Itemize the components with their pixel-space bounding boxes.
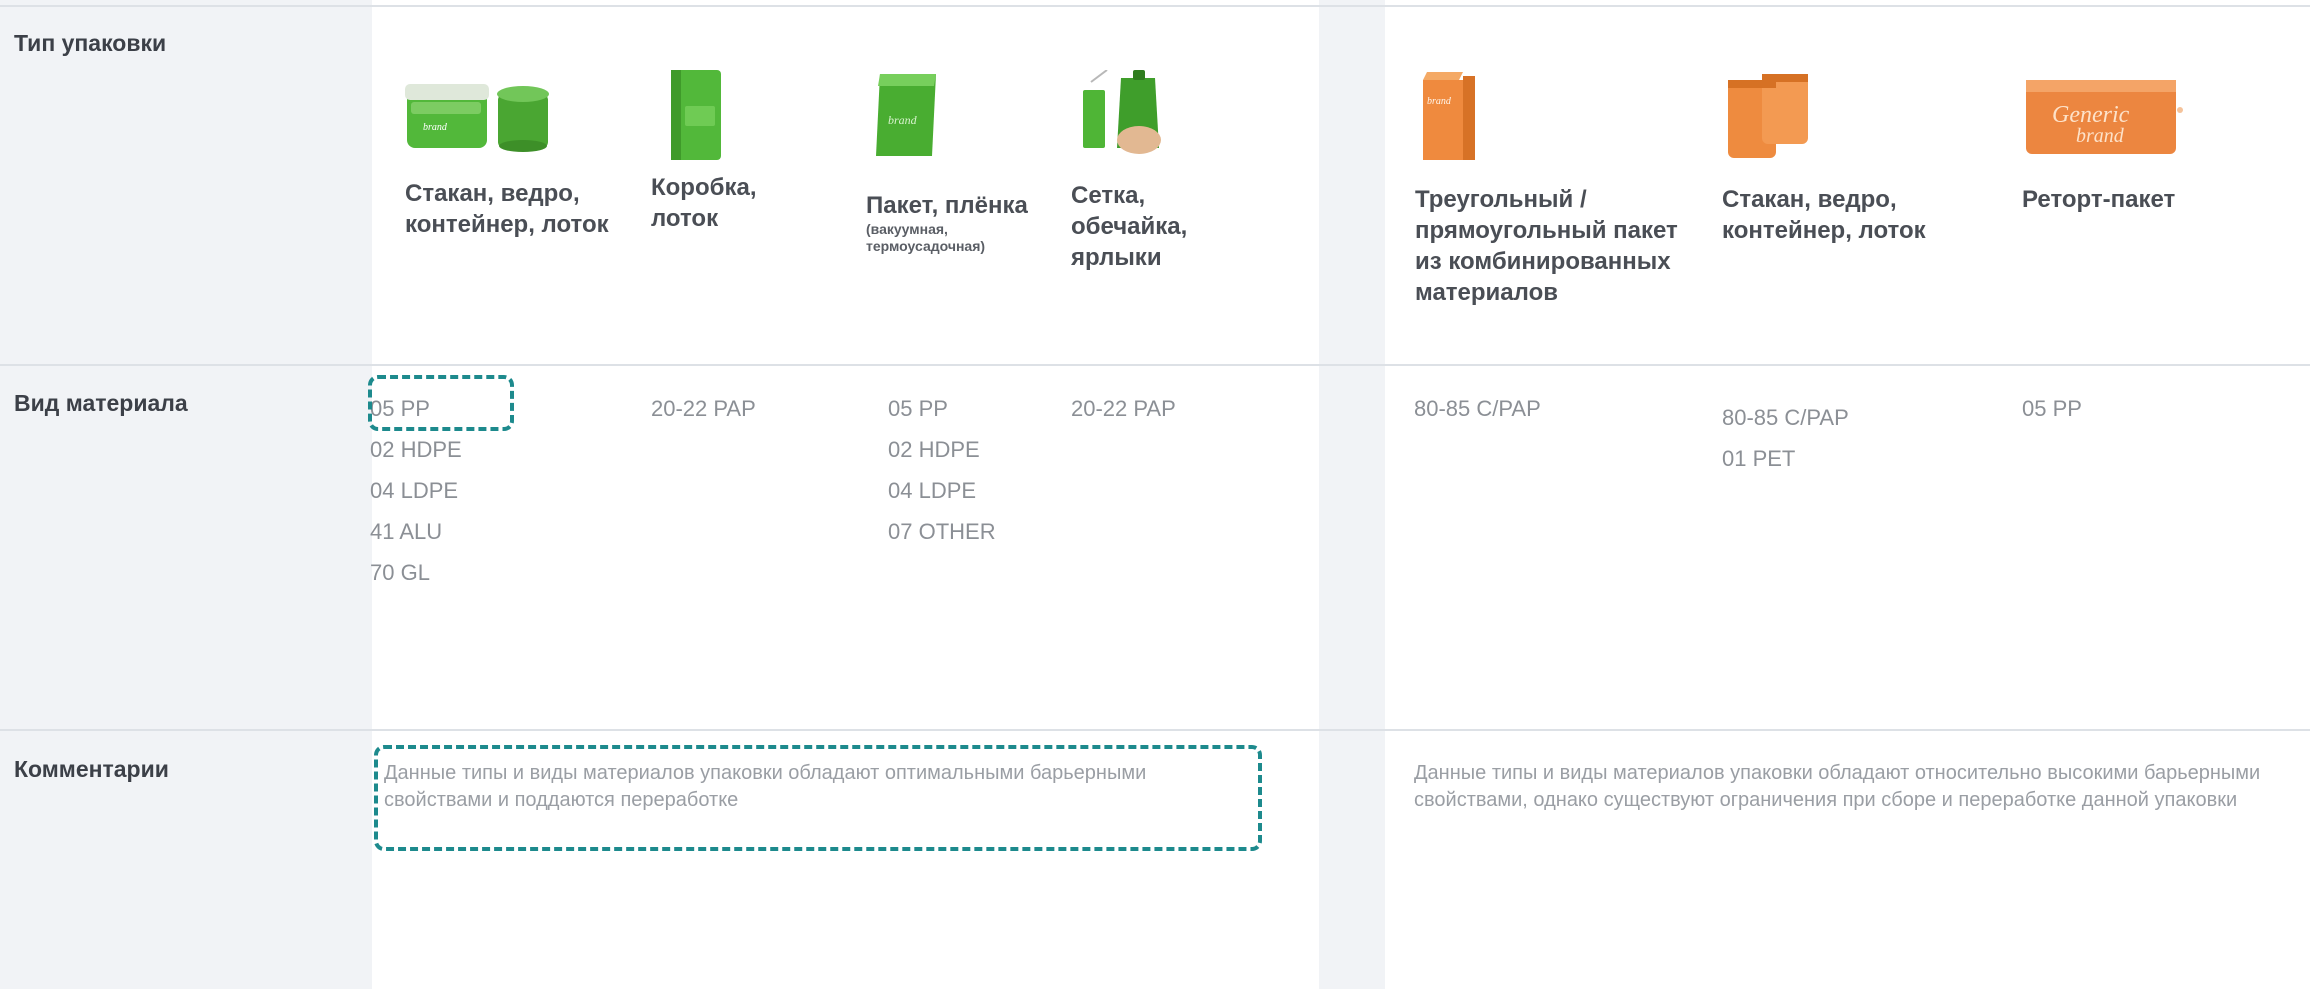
package-type-name: Стакан, ведро, контейнер, лоток xyxy=(1722,186,1926,244)
package-type-name: Сетка, обечайка, ярлыки xyxy=(1071,182,1188,271)
material-list-6: 80-85 C/PAP 01 PET xyxy=(1722,397,1849,479)
bag-icon: brand xyxy=(866,70,976,160)
material-code: 05 PP xyxy=(888,396,948,421)
row-label-comments: Комментарии xyxy=(14,756,169,782)
material-code: 01 PET xyxy=(1722,446,1796,471)
pouches-icon xyxy=(1722,70,1832,160)
package-type-net-band-labels: Сетка, обечайка, ярлыки xyxy=(1071,70,1241,273)
material-code: 41 ALU xyxy=(370,519,443,544)
material-code: 04 LDPE xyxy=(370,478,459,503)
material-code: 20-22 PAP xyxy=(1071,396,1176,421)
tub-and-cup-icon: brand xyxy=(405,70,555,160)
highlight-box-comment xyxy=(374,745,1262,851)
svg-text:brand: brand xyxy=(423,122,448,133)
package-type-name: Треугольный / прямоугольный пакет из ком… xyxy=(1415,186,1678,306)
carton-icon: brand xyxy=(1415,70,1525,160)
material-code: 04 LDPE xyxy=(888,478,977,503)
highlight-box-05pp xyxy=(368,375,514,431)
package-type-name: Коробка, лоток xyxy=(651,174,757,232)
package-type-cup-bucket-container: brand Стакан, ведро, контейнер, лоток xyxy=(405,70,625,240)
package-type-box-tray: Коробка, лоток xyxy=(651,70,821,234)
material-code: 70 GL xyxy=(370,560,430,585)
svg-text:brand: brand xyxy=(888,113,918,127)
package-type-name: Стакан, ведро, контейнер, лоток xyxy=(405,180,609,238)
package-type-subtitle: (вакуумная, термоусадочная) xyxy=(866,221,986,254)
row-label-package-type: Тип упаковки xyxy=(14,30,167,56)
label-and-pouch-icon xyxy=(1071,70,1181,160)
svg-text:brand: brand xyxy=(1427,96,1452,107)
package-type-cup-bucket-container-orange: Стакан, ведро, контейнер, лоток xyxy=(1722,70,1942,246)
material-list-2: 20-22 PAP xyxy=(651,388,756,429)
material-code: 80-85 C/PAP xyxy=(1722,405,1849,430)
svg-text:brand: brand xyxy=(2076,125,2125,147)
material-code: 07 OTHER xyxy=(888,519,996,544)
row-divider-comments xyxy=(0,729,2310,731)
comment-orange-group: Данные типы и виды материалов упаковки о… xyxy=(1414,762,2261,811)
material-list-5: 80-85 C/PAP xyxy=(1414,388,1541,429)
material-code: 05 PP xyxy=(2022,396,2082,421)
material-list-7: 05 PP xyxy=(2022,388,2082,429)
top-divider xyxy=(0,5,2310,7)
package-type-bag-film: brand Пакет, плёнка (вакуумная, термоуса… xyxy=(866,70,1056,255)
material-code: 80-85 C/PAP xyxy=(1414,396,1541,421)
row-divider-materials xyxy=(0,364,2310,366)
material-list-4: 20-22 PAP xyxy=(1071,388,1176,429)
material-list-3: 05 PP 02 HDPE 04 LDPE 07 OTHER xyxy=(888,388,996,552)
package-type-combined-carton: brand Треугольный / прямоугольный пакет … xyxy=(1415,70,1705,308)
material-code: 20-22 PAP xyxy=(651,396,756,421)
package-type-name: Реторт-пакет xyxy=(2022,186,2176,213)
package-type-name: Пакет, плёнка xyxy=(866,192,1028,219)
material-code: 02 HDPE xyxy=(370,437,462,462)
box-icon xyxy=(651,70,761,160)
material-code: 02 HDPE xyxy=(888,437,980,462)
row-label-material: Вид материала xyxy=(14,390,188,416)
retort-pouch-icon: Generic brand xyxy=(2022,70,2192,160)
package-type-retort-pouch: Generic brand Реторт-пакет xyxy=(2022,70,2222,215)
